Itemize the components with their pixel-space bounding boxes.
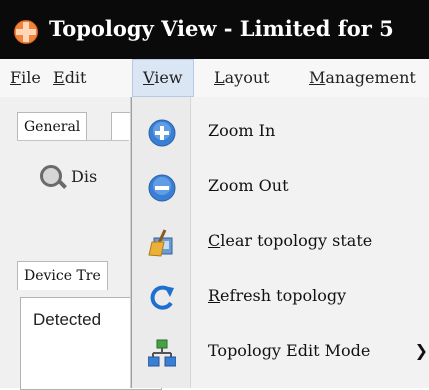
menu-item-label: Zoom In [208,121,276,140]
topology-edit-icon [147,339,177,367]
tab-general[interactable]: General [17,112,88,141]
broom-icon [148,229,176,257]
title-bar: Topology View - Limited for 5 [0,0,429,59]
submenu-arrow-icon: ❯ [414,341,428,360]
menu-item-label: Topology Edit Mode [208,341,371,360]
view-dropdown-menu: Zoom In Zoom Out Clear topology state Re… [131,97,429,388]
menu-item-label: Clear topology state [208,231,373,250]
menu-item-zoom-in[interactable]: Zoom In [132,109,429,153]
app-logo-icon [14,20,38,44]
menu-item-label: Refresh topology [208,286,347,305]
menu-item-label: Zoom Out [208,176,289,195]
menu-view[interactable]: View [132,59,194,97]
tab-second[interactable] [111,112,133,141]
menu-item-refresh-topology[interactable]: Refresh topology [132,274,429,318]
discover-label[interactable]: Dis [71,167,97,186]
tree-item-detected[interactable]: Detected [33,310,101,330]
search-icon[interactable] [40,165,67,189]
menu-item-clear-topology-state[interactable]: Clear topology state [132,219,429,263]
menu-item-topology-edit-mode[interactable]: Topology Edit Mode ❯ [132,329,429,373]
zoom-in-icon [148,119,176,147]
menu-item-zoom-out[interactable]: Zoom Out [132,164,429,208]
tab-divider [17,140,129,141]
tab-device-tree[interactable]: Device Tre [17,261,108,290]
refresh-icon [148,284,176,312]
menu-edit[interactable]: Edit [53,59,86,97]
zoom-out-icon [148,174,176,202]
window-title: Topology View - Limited for 5 [49,16,394,41]
menu-file[interactable]: File [10,59,41,97]
menu-bar: File Edit View Layout Management [0,59,429,98]
menu-management[interactable]: Management [309,59,416,97]
menu-layout[interactable]: Layout [214,59,270,97]
